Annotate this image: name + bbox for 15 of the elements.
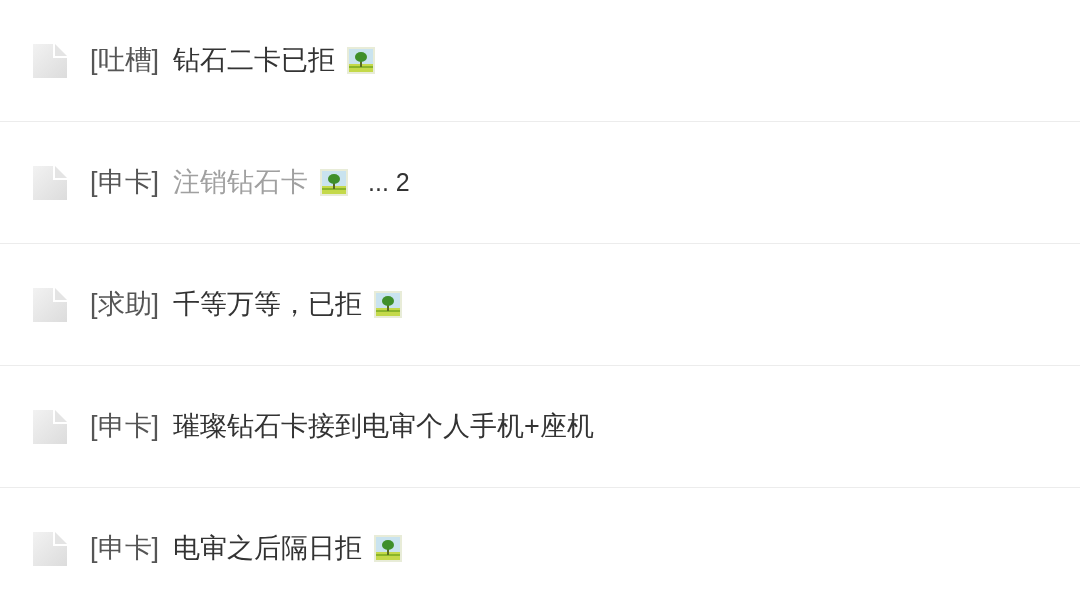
thread-title-link[interactable]: 电审之后隔日拒 [173, 528, 362, 569]
document-icon [33, 409, 67, 444]
document-icon [33, 43, 67, 78]
thread-title-link[interactable]: 钻石二卡已拒 [173, 40, 335, 81]
category-label: [申卡] [90, 166, 159, 200]
document-icon [33, 287, 67, 322]
category-label: [申卡] [90, 532, 159, 566]
category-label: [申卡] [90, 410, 159, 444]
document-icon [33, 165, 67, 200]
category-label: [吐槽] [90, 44, 159, 78]
thread-title-link[interactable]: 千等万等，已拒 [173, 284, 362, 325]
category-label: [求助] [90, 288, 159, 322]
page-link[interactable]: ... 2 [368, 163, 410, 202]
document-icon [33, 531, 67, 566]
thread-title-link[interactable]: 璀璨钻石卡接到电审个人手机+座机 [173, 406, 594, 447]
